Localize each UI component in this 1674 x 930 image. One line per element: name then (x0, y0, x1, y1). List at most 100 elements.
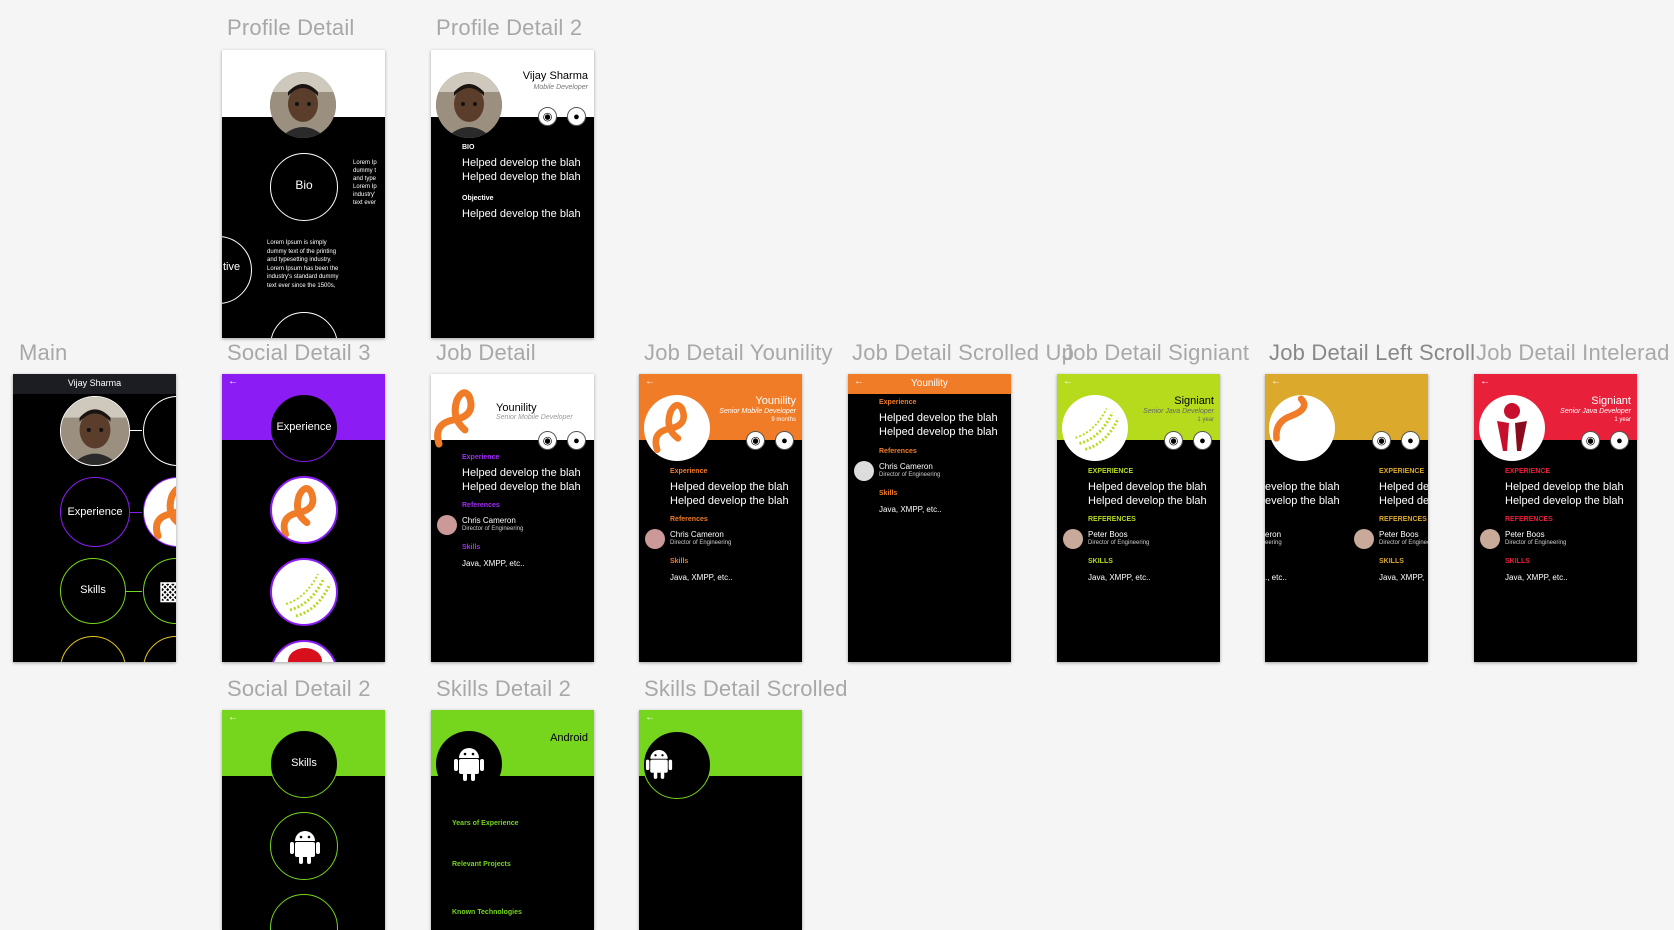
screen-social-detail-2: ← Skills (222, 710, 385, 930)
reference-role: Director of Engineering (879, 472, 941, 478)
job-role: Senior Mobile Developer (496, 414, 573, 421)
map-pin-icon[interactable]: ● (567, 431, 586, 450)
map-pin-icon[interactable]: ● (1401, 431, 1420, 450)
next-circle[interactable] (270, 312, 338, 338)
intelerad-logo-circle[interactable] (270, 640, 338, 662)
back-arrow-icon[interactable]: ← (228, 376, 238, 387)
next-circle[interactable] (270, 894, 338, 930)
experience-circle[interactable]: Experience (270, 394, 338, 462)
bio-circle[interactable]: Bio (270, 153, 338, 221)
signiant-logo (285, 573, 332, 618)
avatar-photo (436, 72, 502, 138)
back-arrow-icon[interactable]: ← (228, 712, 238, 723)
objective-circle[interactable]: tive (222, 236, 252, 304)
avatar[interactable] (270, 72, 336, 138)
android-circle[interactable] (643, 731, 711, 799)
skills-value: Java, XMPP, etc.. (670, 573, 733, 582)
experience-heading: Experience (879, 399, 917, 406)
map-pin-icon[interactable]: ● (1610, 431, 1629, 450)
label-main: Main (19, 340, 68, 365)
reference-name-partial: eron (1265, 530, 1282, 539)
back-arrow-icon[interactable]: ← (645, 712, 655, 723)
profile-circle[interactable] (143, 396, 176, 466)
signiant-logo-circle[interactable] (1062, 395, 1128, 461)
label-job-detail-scrolled-up: Job Detail Scrolled Up (852, 340, 1075, 365)
references-heading: REFERENCES (1505, 516, 1553, 523)
experience-heading: EXPERIENCE (1505, 468, 1551, 475)
reference-avatar (645, 529, 665, 549)
screen-profile-detail: Bio Lorem Ip dummy t and type Lorem Ip i… (222, 50, 385, 338)
android-circle[interactable]: ▩ (143, 558, 176, 624)
job-duration: 9 months (771, 417, 796, 423)
objective-heading: Objective (462, 195, 494, 202)
avatar[interactable] (60, 396, 130, 466)
reference-avatar (1480, 529, 1500, 549)
skills-heading: SKILLS (1505, 558, 1530, 565)
experience-heading: Experience (462, 454, 500, 461)
map-pin-icon[interactable]: ● (775, 431, 794, 450)
next-circle[interactable] (143, 636, 176, 662)
reference-name: Peter Boos (1379, 530, 1419, 539)
younility-logo-circle[interactable] (1269, 395, 1335, 461)
younility-logo (153, 486, 176, 540)
experience-label: Experience (67, 506, 123, 518)
back-arrow-icon[interactable]: ← (645, 376, 655, 387)
avatar-photo (61, 397, 129, 465)
references-heading: References (462, 502, 500, 509)
back-arrow-icon[interactable]: ← (1480, 376, 1490, 387)
intelerad-logo-circle[interactable] (1479, 395, 1545, 461)
globe-icon[interactable]: ◉ (538, 431, 557, 450)
bio-line-1: Helped develop the blah (462, 157, 581, 169)
screen-job-detail-left-scroll: ← ◉ ● evelop the blah evelop the blah er… (1265, 374, 1428, 662)
label-skills-detail-scrolled: Skills Detail Scrolled (644, 676, 848, 701)
map-pin-icon[interactable]: ● (567, 107, 586, 126)
screen-profile-detail-2: Vijay Sharma Mobile Developer ◉ ● BIO He… (431, 50, 594, 338)
younility-logo-circle[interactable] (270, 476, 338, 544)
android-circle[interactable] (436, 731, 502, 797)
skills-heading: SKILLS (1379, 558, 1404, 565)
experience-line-1: Helped develop the blah (879, 412, 998, 424)
label-job-detail-intelerad: Job Detail Intelerad (1476, 340, 1670, 365)
skills-circle[interactable]: Skills (270, 730, 338, 798)
experience-label: Experience (276, 421, 332, 433)
skills-circle[interactable]: Skills (60, 558, 126, 624)
experience-circle[interactable]: Experience (60, 477, 130, 547)
company-name: Younility (911, 378, 948, 389)
profile-name: Vijay Sharma (522, 70, 588, 82)
intelerad-logo (1497, 403, 1527, 451)
technologies-heading: Known Technologies (452, 909, 522, 916)
android-circle[interactable] (270, 812, 338, 880)
reference-avatar (854, 461, 874, 481)
map-pin-icon[interactable]: ● (1193, 431, 1212, 450)
back-arrow-icon[interactable]: ← (854, 376, 864, 387)
next-circle[interactable] (60, 636, 126, 662)
younility-logo-circle[interactable] (644, 395, 710, 461)
skills-heading: Skills (462, 544, 481, 551)
younility-logo (434, 389, 475, 448)
globe-icon[interactable]: ◉ (1164, 431, 1183, 450)
globe-icon[interactable]: ◉ (1372, 431, 1391, 450)
skill-name: Android (550, 732, 588, 744)
job-duration: 1 year (1614, 417, 1631, 423)
signiant-logo-circle[interactable] (270, 558, 338, 626)
screen-job-detail-intelerad: ← Signiant Senior Java Developer 1 year … (1474, 374, 1637, 662)
experience-line-2: Helped develop the blah (1505, 495, 1624, 507)
globe-icon[interactable]: ◉ (1581, 431, 1600, 450)
objective-label: tive (223, 261, 241, 273)
avatar[interactable] (436, 72, 502, 138)
references-heading: REFERENCES (1379, 516, 1427, 523)
objective-lorem-text: Lorem Ipsum is simply dummy text of the … (267, 240, 339, 289)
experience-heading: EXPERIENCE (1379, 468, 1425, 475)
globe-icon[interactable]: ◉ (538, 107, 557, 126)
references-heading: References (879, 448, 917, 455)
skills-value: Java, XMPP, (1379, 573, 1425, 582)
back-arrow-icon[interactable]: ← (1271, 376, 1281, 387)
younility-logo-circle[interactable] (143, 477, 176, 547)
experience-heading: Experience (670, 468, 708, 475)
reference-role: Director of Engineering (1379, 540, 1428, 546)
globe-icon[interactable]: ◉ (746, 431, 765, 450)
job-role: Senior Java Developer (1143, 408, 1214, 415)
experience-line-2-partial: evelop the blah (1265, 495, 1340, 507)
label-profile-detail: Profile Detail (227, 15, 355, 40)
back-arrow-icon[interactable]: ← (1063, 376, 1073, 387)
